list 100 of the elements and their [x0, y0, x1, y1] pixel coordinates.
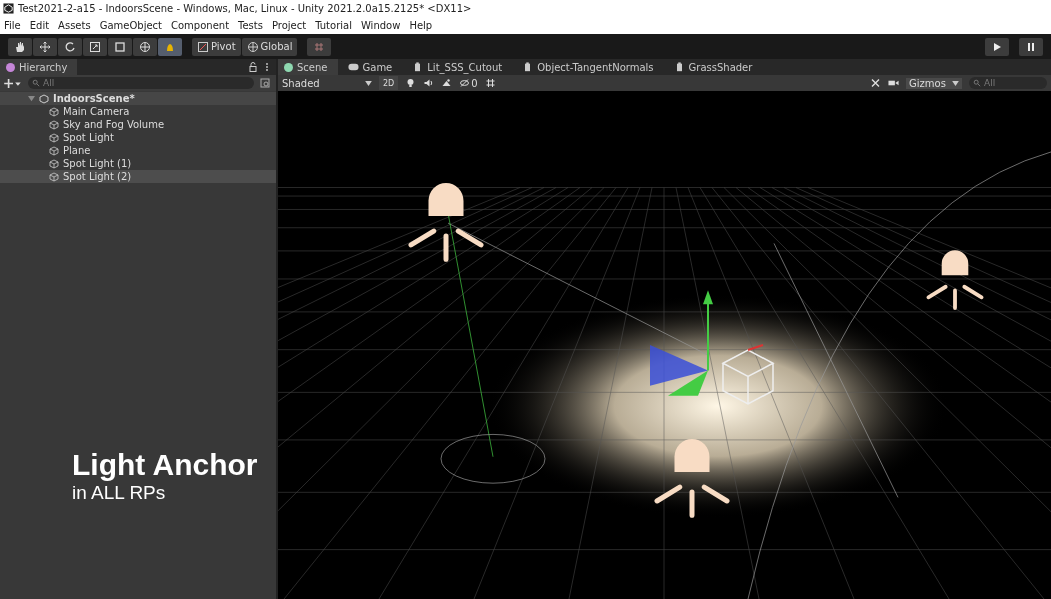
move-arrows-icon — [39, 40, 51, 53]
caption-subtitle: in ALL RPs — [72, 482, 167, 504]
gamepad-icon — [347, 62, 359, 72]
snap-grid-button[interactable] — [307, 37, 332, 56]
tab-label: Hierarchy — [19, 61, 68, 73]
plus-caret-icon — [4, 78, 22, 89]
tools-icon[interactable] — [870, 78, 881, 88]
hierarchy-tab[interactable]: Hierarchy — [0, 59, 78, 75]
spot-light-gizmo-icon[interactable] — [408, 183, 484, 262]
spot-light-gizmo-icon[interactable] — [654, 439, 730, 518]
tab-label: Scene — [297, 61, 328, 73]
hidden-count: 0 — [471, 77, 478, 89]
audio-icon[interactable] — [423, 78, 435, 88]
cube-icon — [49, 132, 59, 143]
move-gizmo-drawing[interactable] — [650, 290, 713, 396]
editor-tab[interactable]: Scene — [278, 59, 338, 75]
cube-icon — [49, 158, 59, 169]
scene-visibility-icon[interactable] — [260, 78, 270, 88]
caret-icon — [365, 80, 372, 86]
rect-tool-button[interactable] — [108, 37, 132, 56]
caret-icon — [952, 80, 959, 86]
window-title: Test2021-2-a15 - IndoorsScene - Windows, Mac, Linux - Unity 2021.2.0a15.2125* <DX11> — [18, 3, 472, 14]
unity-logo-icon — [3, 3, 14, 14]
menu-item[interactable]: Edit — [29, 20, 50, 31]
play-icon — [991, 40, 1003, 53]
rect-tool-icon — [114, 40, 126, 53]
item-label: Sky and Fog Volume — [63, 119, 165, 130]
editor-tab[interactable]: Game — [341, 59, 403, 75]
item-label: Spot Light (1) — [63, 158, 132, 169]
dropdown-value: Gizmos — [909, 77, 946, 89]
camera-icon[interactable] — [888, 78, 899, 88]
item-label: Main Camera — [63, 106, 130, 117]
menu-item[interactable]: File — [4, 20, 21, 31]
hierarchy-item[interactable]: Spot Light — [0, 131, 276, 144]
transform-icon — [139, 40, 151, 53]
hierarchy-item[interactable]: Spot Light (2) — [0, 170, 276, 183]
menu-item[interactable]: Assets — [58, 20, 91, 31]
circle-icon — [6, 62, 15, 72]
tab-label: Game — [362, 61, 393, 73]
menu-item[interactable]: Tutorial — [315, 20, 352, 31]
add-dropdown-button[interactable] — [4, 77, 22, 89]
rotate-tool-button[interactable] — [58, 37, 82, 56]
draw-mode-dropdown[interactable]: Shaded — [282, 77, 372, 89]
pivot-toggle-button[interactable]: Global — [241, 37, 298, 56]
circle-icon — [284, 62, 293, 72]
hand-tool-button[interactable] — [8, 37, 32, 56]
scale-tool-button[interactable] — [83, 37, 107, 56]
tab-label: GrassShader — [688, 61, 753, 73]
hidden-objects-icon[interactable] — [459, 78, 471, 88]
menu-item[interactable]: Help — [409, 20, 433, 31]
play-button[interactable] — [985, 37, 1009, 56]
cube-icon — [49, 171, 59, 182]
menu-item[interactable]: GameObject — [99, 20, 162, 31]
editor-tab[interactable]: Object-TangentNormals — [516, 59, 664, 75]
lock-icon[interactable] — [248, 62, 258, 72]
cube-icon — [49, 145, 59, 156]
hierarchy-item[interactable]: Plane — [0, 144, 276, 157]
hierarchy-item[interactable]: Sky and Fog Volume — [0, 118, 276, 131]
editor-tab[interactable]: Lit_SSS_Cutout — [406, 59, 513, 75]
search-icon — [973, 79, 981, 87]
pivot-toggle-button[interactable]: Pivot — [192, 37, 241, 56]
scene-row[interactable]: IndoorsScene* — [0, 92, 276, 105]
move-tool-button[interactable] — [33, 37, 57, 56]
grid-icon[interactable] — [484, 78, 496, 88]
pause-icon — [1025, 40, 1037, 53]
grid-icon — [313, 40, 326, 53]
effects-icon[interactable] — [441, 78, 453, 88]
search-icon — [32, 79, 40, 87]
scale-icon — [89, 40, 101, 53]
rotate-icon — [64, 40, 76, 53]
item-label: Plane — [63, 145, 91, 156]
custom-tool-button[interactable] — [158, 37, 182, 56]
menu-item[interactable]: Component — [171, 20, 230, 31]
dropdown-value: Shaded — [282, 77, 320, 89]
menu-item[interactable]: Window — [360, 20, 401, 31]
cube-gizmo-drawing[interactable] — [722, 344, 775, 405]
cube-icon — [49, 106, 59, 117]
unity-scene-icon — [39, 93, 49, 104]
globe-icon — [246, 40, 259, 53]
gizmos-dropdown[interactable]: Gizmos — [906, 77, 962, 89]
expand-arrow-icon[interactable] — [28, 95, 35, 102]
scene-name: IndoorsScene* — [53, 93, 135, 104]
pause-button[interactable] — [1019, 37, 1043, 56]
hierarchy-item[interactable]: Spot Light (1) — [0, 157, 276, 170]
pivot-icon — [197, 40, 209, 53]
hierarchy-item[interactable]: Main Camera — [0, 105, 276, 118]
transform-tool-button[interactable] — [133, 37, 157, 56]
editor-tab[interactable]: GrassShader — [667, 59, 763, 75]
item-label: Spot Light (2) — [63, 171, 132, 182]
tab-label: Lit_SSS_Cutout — [427, 61, 503, 73]
spot-light-gizmo-icon[interactable] — [926, 250, 984, 311]
2d-toggle-button[interactable]: 2D — [379, 76, 399, 90]
cube-icon — [49, 119, 59, 130]
menu-item[interactable]: Tests — [238, 20, 263, 31]
tab-label: Object-TangentNormals — [537, 61, 654, 73]
menu-item[interactable]: Project — [271, 20, 307, 31]
caption-title: Light Anchor — [72, 448, 258, 482]
scene-viewport[interactable] — [278, 91, 1051, 599]
item-label: Spot Light — [63, 132, 114, 143]
hand-icon — [14, 40, 26, 53]
